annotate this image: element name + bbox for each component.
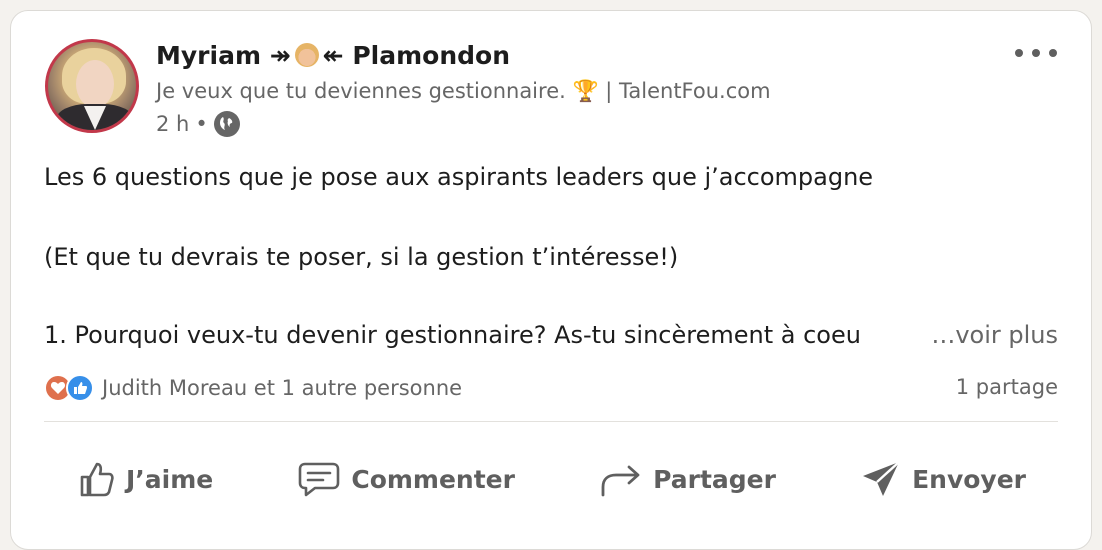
reaction-icons [44,373,102,403]
author-last-name: Plamondon [352,41,510,70]
author-avatar[interactable] [45,39,139,133]
more-options-icon[interactable] [1015,41,1057,65]
see-more-link[interactable]: …voir plus [923,321,1058,349]
comment-icon [299,462,340,497]
author-headline: Je veux que tu deviennes gestionnaire. 🏆… [156,79,771,103]
shares-count[interactable]: 1 partage [956,375,1058,399]
post-text-line-3: 1. Pourquoi veux-tu devenir gestionnaire… [44,321,861,349]
reactions-text: Judith Moreau et 1 autre personne [102,376,463,400]
action-bar: J’aime Commenter Partager Envoyer [44,451,1058,507]
thumbs-up-icon [80,462,114,497]
share-arrow-icon [601,465,640,497]
comment-button[interactable]: Commenter [265,453,547,505]
author-name[interactable]: Myriam ↠ ↞ Plamondon [156,41,510,70]
arrow-right-glyph: ↠ [269,41,291,70]
author-first-name: Myriam [156,41,261,70]
send-icon [863,461,900,496]
reactions-summary[interactable]: Judith Moreau et 1 autre personne [44,373,462,403]
more-dot [1015,49,1023,57]
send-button[interactable]: Envoyer [828,453,1058,505]
like-label: J’aime [126,464,214,494]
share-button[interactable]: Partager [567,453,808,505]
post-text-line-2: (Et que tu devrais te poser, si la gesti… [44,243,679,271]
person-emoji-icon [294,43,319,67]
share-label: Partager [653,464,776,494]
more-dot [1049,49,1057,57]
post-text-line-1: Les 6 questions que je pose aux aspirant… [44,163,874,191]
meta-separator: • [195,112,208,136]
post-time: 2 h [156,112,190,136]
like-reaction-icon [66,374,94,402]
send-label: Envoyer [912,464,1026,494]
avatar-face [76,60,114,108]
globe-icon [213,111,240,137]
post-meta: 2 h • [156,111,240,137]
more-dot [1032,49,1040,57]
like-button[interactable]: J’aime [44,453,245,505]
post-card: Myriam ↠ ↞ Plamondon Je veux que tu devie… [10,10,1092,550]
actions-divider [44,421,1058,422]
arrow-left-glyph: ↞ [322,41,344,70]
comment-label: Commenter [351,464,515,494]
